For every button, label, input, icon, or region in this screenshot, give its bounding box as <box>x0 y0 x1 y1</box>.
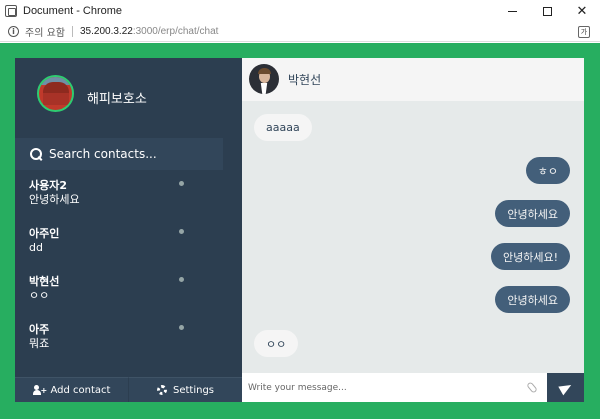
received-message: ㅇㅇ <box>254 330 299 357</box>
url-host[interactable]: 35.200.3.22 <box>80 26 133 37</box>
contact-name: 박현선 <box>29 275 60 288</box>
contact-item[interactable]: 아주 뭐죠 <box>15 317 242 365</box>
contact-preview: 안녕하세요 <box>29 193 80 206</box>
security-warning[interactable]: 주의 요함 <box>25 24 65 39</box>
window-title: Document - Chrome <box>23 5 123 17</box>
sent-message: ㅎㅇ <box>525 157 570 184</box>
gear-icon <box>156 385 167 395</box>
settings-label: Settings <box>172 384 214 396</box>
message-input[interactable] <box>242 373 516 402</box>
contact-item[interactable]: 아주인 dd <box>15 221 242 269</box>
close-button[interactable]: ✕ <box>565 0 599 22</box>
paperclip-icon <box>525 381 538 394</box>
status-dot <box>179 325 184 330</box>
contacts-sidebar: 해피보호소 사용자2 안녕하세요 아주인 dd 박현선 ㅇㅇ 아주 뭐죠 + <box>15 58 242 402</box>
send-icon <box>557 380 574 395</box>
status-dot <box>179 229 184 234</box>
contact-item[interactable]: 박현선 ㅇㅇ <box>15 269 242 317</box>
maximize-button[interactable] <box>530 0 564 22</box>
add-contact-label: Add contact <box>50 384 111 396</box>
attach-button[interactable] <box>516 373 547 402</box>
sent-message: 안녕하세요 <box>495 286 570 313</box>
status-dot <box>179 181 184 186</box>
sent-message: 안녕하세요! <box>490 243 570 270</box>
minimize-button[interactable] <box>495 0 529 22</box>
chat-header: 박현선 <box>242 58 584 101</box>
contact-preview: dd <box>29 241 43 254</box>
url-path[interactable]: :3000/erp/chat/chat <box>133 26 219 37</box>
sent-message: 안녕하세요 <box>495 200 570 227</box>
address-bar[interactable]: i 주의 요함 35.200.3.22:3000/erp/chat/chat 가 <box>0 22 600 42</box>
maximize-icon <box>542 6 552 16</box>
contact-search <box>15 138 223 170</box>
profile-header: 해피보호소 <box>15 58 242 138</box>
add-contact-button[interactable]: + Add contact <box>15 377 128 402</box>
send-button[interactable] <box>547 373 584 402</box>
minimize-icon <box>507 10 517 12</box>
search-icon <box>30 148 42 160</box>
profile-avatar[interactable] <box>37 75 74 112</box>
contact-list: 사용자2 안녕하세요 아주인 dd 박현선 ㅇㅇ 아주 뭐죠 <box>15 173 242 365</box>
info-icon[interactable]: i <box>8 26 19 37</box>
profile-name: 해피보호소 <box>87 92 147 107</box>
close-icon: ✕ <box>576 3 588 19</box>
contact-name: 아주인 <box>29 227 60 240</box>
settings-button[interactable]: Settings <box>128 377 242 402</box>
contact-preview: 뭐죠 <box>29 337 50 350</box>
address-separator <box>71 26 73 37</box>
search-input[interactable] <box>49 147 219 161</box>
contact-name: 사용자2 <box>29 179 68 192</box>
chat-panel: 박현선 aaaaa ㅎㅇ 안녕하세요 안녕하세요! 안녕하세요 ㅇㅇ <box>242 58 584 402</box>
message-composer <box>242 373 584 402</box>
translate-icon[interactable]: 가 <box>578 26 590 38</box>
add-user-icon: + <box>32 385 47 395</box>
contact-name: 아주 <box>29 323 50 336</box>
received-message: aaaaa <box>254 114 312 141</box>
sidebar-bottom-bar: + Add contact Settings <box>15 377 242 402</box>
contact-item[interactable]: 사용자2 안녕하세요 <box>15 173 242 221</box>
contact-avatar[interactable] <box>249 64 279 94</box>
document-icon <box>5 5 17 17</box>
contact-preview: ㅇㅇ <box>29 289 50 302</box>
status-dot <box>179 277 184 282</box>
chat-contact-name: 박현선 <box>288 73 322 87</box>
